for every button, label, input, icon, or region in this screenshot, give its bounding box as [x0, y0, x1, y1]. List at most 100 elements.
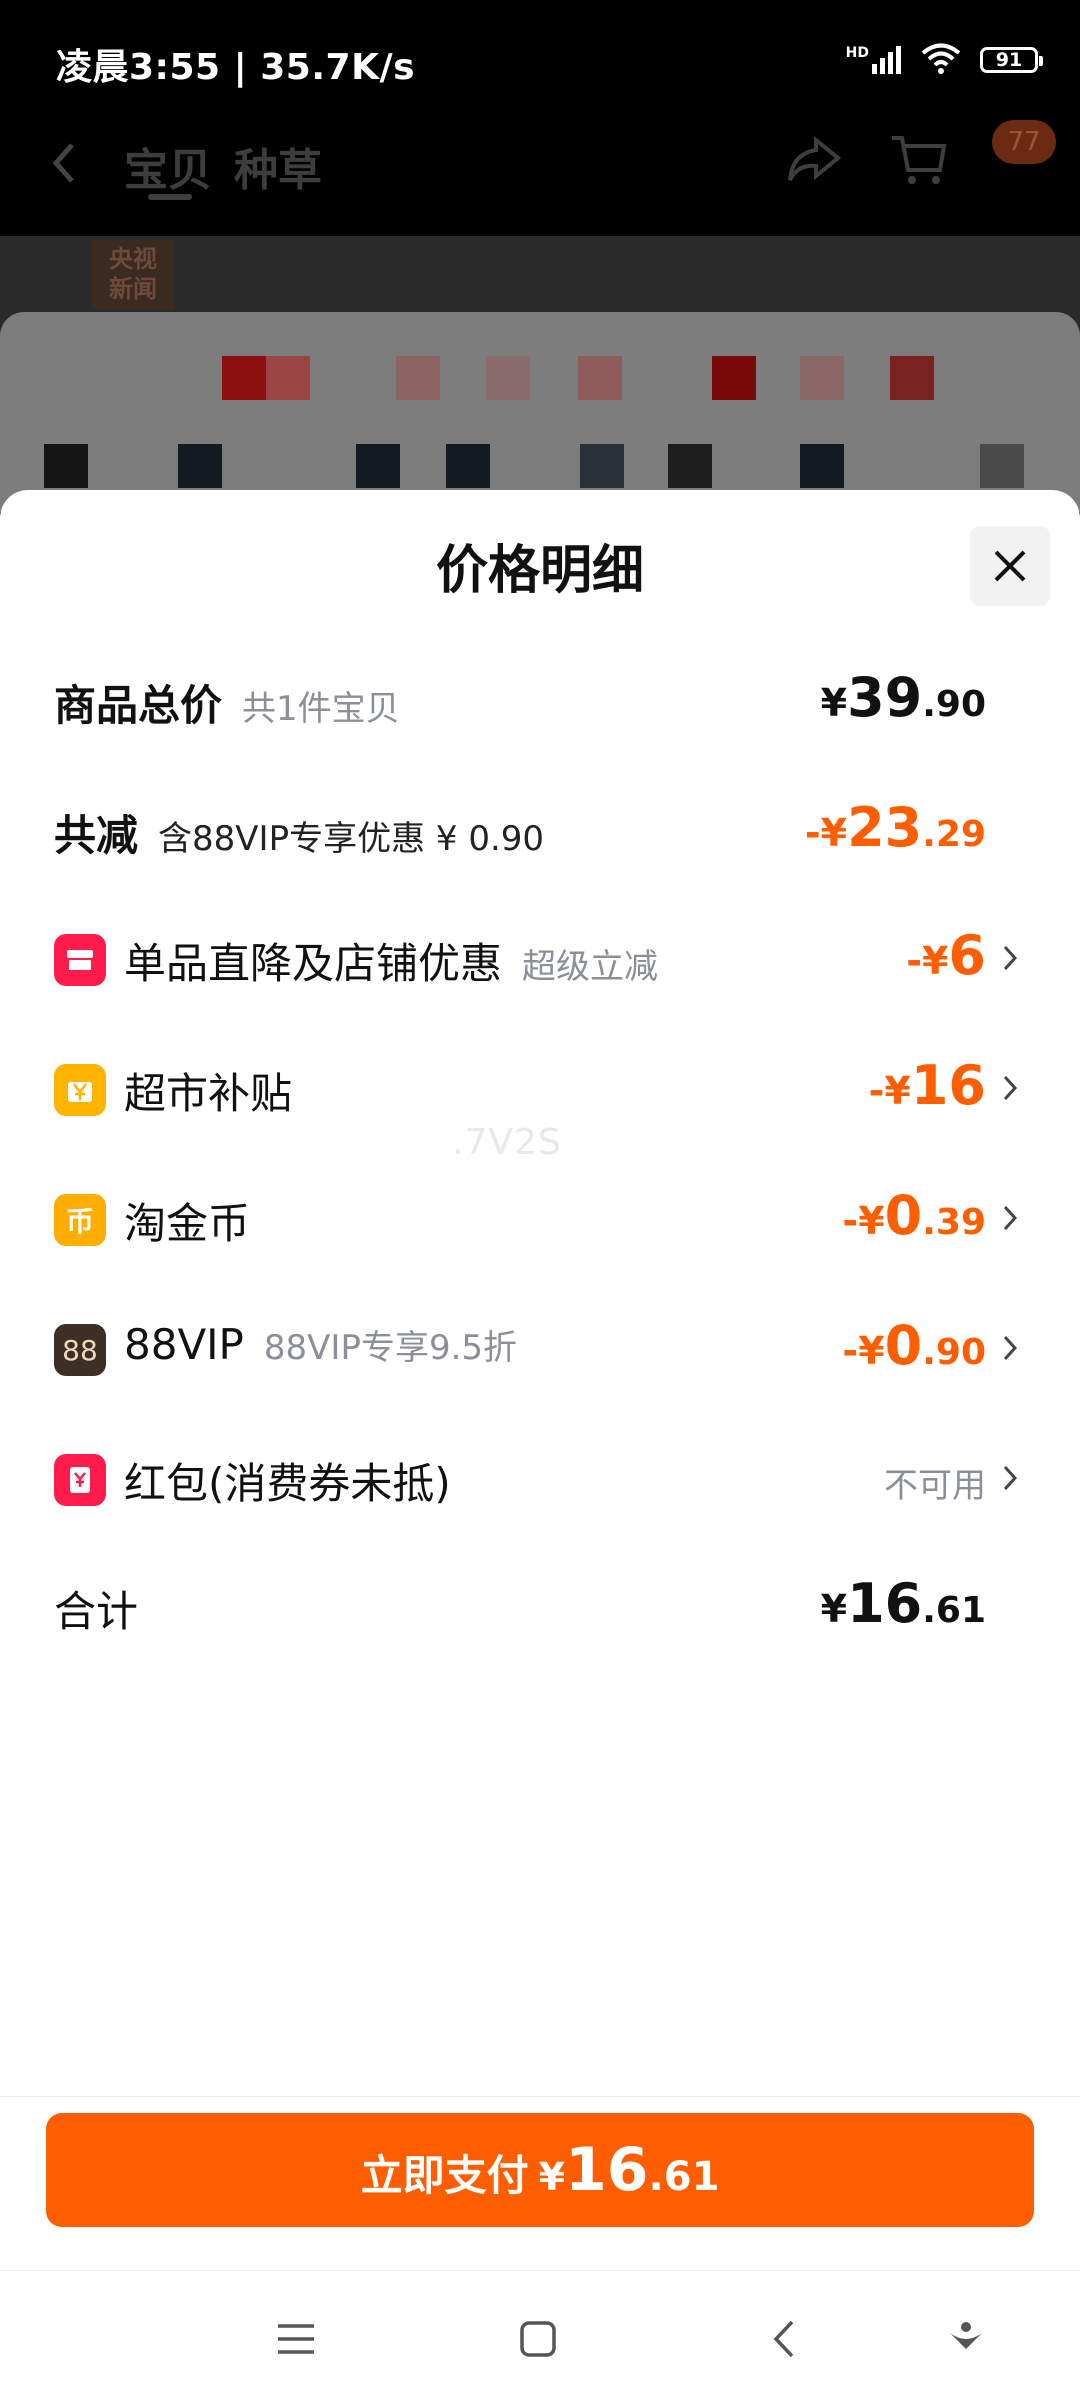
- battery-icon: 91: [980, 47, 1043, 73]
- blur-block: [222, 356, 266, 400]
- row-total-price: 商品总价 共1件宝贝 ¥39.90: [0, 652, 1080, 752]
- vip-icon: 88: [54, 1324, 106, 1376]
- pay-bar: 立即支付 ¥16.61: [0, 2096, 1080, 2267]
- blur-block: [266, 356, 310, 400]
- amount-dec: .90: [922, 684, 986, 725]
- share-icon: [786, 134, 842, 188]
- blur-block: [800, 444, 844, 488]
- row-taojinbi[interactable]: 币 淘金币 -¥0.39: [0, 1170, 1080, 1270]
- item-discount-tag: 超级立减: [522, 947, 659, 987]
- product-info-card: [0, 312, 1080, 512]
- home-icon[interactable]: [508, 2309, 568, 2369]
- blur-block: [800, 356, 844, 400]
- red-packet-label: 红包(消费券未抵): [124, 1459, 451, 1508]
- row-88vip[interactable]: 88 88VIP 88VIP专享9.5折 -¥0.90: [0, 1300, 1080, 1400]
- tab-underline: [148, 194, 192, 200]
- chevron-right-icon: [1002, 1074, 1018, 1106]
- tab-baobei: 宝贝: [124, 145, 212, 196]
- back-icon[interactable]: [754, 2309, 814, 2369]
- wifi-icon: [920, 42, 962, 78]
- assistant-icon[interactable]: [936, 2309, 996, 2369]
- row-item-discount[interactable]: 单品直降及店铺优惠 超级立减 -¥6: [0, 910, 1080, 1010]
- back-icon: [48, 136, 78, 201]
- amount-dec: .39: [922, 1202, 986, 1243]
- amount-int: 6: [948, 924, 986, 987]
- pay-now-button[interactable]: 立即支付 ¥16.61: [46, 2113, 1034, 2227]
- red-packet-status: 不可用: [884, 1466, 986, 1506]
- row-grand-total: 合计 ¥16.61: [0, 1558, 1080, 1658]
- cart-icon: [890, 132, 948, 192]
- currency: ¥: [820, 1587, 848, 1631]
- total-price-label-text: 商品总价: [54, 681, 223, 730]
- chevron-right-icon: [1002, 1464, 1018, 1496]
- supermarket-value: -¥16: [869, 1054, 986, 1117]
- amount-int: 0: [884, 1314, 923, 1377]
- amount-dec: .90: [922, 1332, 986, 1373]
- menu-icon[interactable]: [266, 2309, 326, 2369]
- amount-int: 23: [847, 796, 923, 859]
- amount-int: 16: [910, 1054, 986, 1117]
- chevron-right-icon: [1002, 944, 1018, 976]
- blur-block: [578, 356, 622, 400]
- logo-line-2: 新闻: [109, 275, 157, 303]
- blur-block: [486, 356, 530, 400]
- system-nav-bar: [0, 2270, 1080, 2401]
- currency: -¥: [868, 1069, 911, 1113]
- vip-value: -¥0.90: [842, 1314, 986, 1377]
- amount-dec: .29: [922, 814, 986, 855]
- blur-block: [668, 444, 712, 488]
- close-button[interactable]: [970, 526, 1050, 606]
- blur-block: [980, 444, 1024, 488]
- grand-total-label: 合计: [54, 1587, 139, 1636]
- red-packet-icon: [54, 1454, 106, 1506]
- currency: ¥: [538, 2155, 566, 2199]
- network-label: HD: [845, 45, 869, 61]
- status-icons: HD 91: [846, 40, 1043, 80]
- total-price-value: ¥39.90: [821, 666, 986, 729]
- blur-block: [356, 444, 400, 488]
- row-red-packet[interactable]: 红包(消费券未抵) 不可用: [0, 1430, 1080, 1530]
- amount-int: 39: [847, 666, 923, 729]
- supermarket-icon: [54, 1064, 106, 1116]
- cart-badge: 77: [992, 120, 1056, 164]
- total-discount-label-text: 共减: [54, 811, 139, 860]
- vip-label-text: 88VIP: [124, 1320, 244, 1369]
- currency: ¥: [820, 681, 848, 725]
- status-bar: 凌晨3:55 | 35.7K/s HD 91: [0, 0, 1080, 120]
- vip-discount-note: 含88VIP专享优惠 ¥ 0.90: [158, 819, 545, 859]
- item-discount-value: -¥6: [906, 924, 986, 987]
- total-discount-label: 共减 含88VIP专享优惠 ¥ 0.90: [54, 802, 544, 863]
- amount-int: 16: [847, 1572, 923, 1635]
- product-image-logo: 央视 新闻: [92, 240, 174, 310]
- signal-icon: HD: [846, 46, 902, 74]
- amount-int: 16: [565, 2135, 649, 2205]
- logo-line-1: 央视: [109, 245, 157, 273]
- currency: -¥: [842, 1329, 885, 1373]
- currency: -¥: [842, 1199, 885, 1243]
- blur-block: [446, 444, 490, 488]
- chevron-right-icon: [1002, 1334, 1018, 1366]
- vip-discount-tag: 88VIP专享9.5折: [263, 1328, 518, 1368]
- total-discount-value: -¥23.29: [805, 796, 986, 859]
- blur-block: [712, 356, 756, 400]
- tab-zhongcao: 种草: [234, 145, 322, 196]
- item-discount-label: 单品直降及店铺优惠 超级立减: [124, 930, 658, 991]
- status-time: 凌晨3:55 | 35.7K/s: [56, 47, 416, 88]
- shop-icon: [54, 934, 106, 986]
- amount-dec: .61: [648, 2154, 720, 2200]
- coin-icon: 币: [54, 1194, 106, 1246]
- item-count: 共1件宝贝: [242, 689, 400, 729]
- grand-total-value: ¥16.61: [821, 1572, 986, 1635]
- total-price-label: 商品总价 共1件宝贝: [54, 672, 400, 733]
- row-total-discount: 共减 含88VIP专享优惠 ¥ 0.90 -¥23.29: [0, 782, 1080, 882]
- vip-label: 88VIP 88VIP专享9.5折: [124, 1320, 517, 1369]
- blur-block: [178, 444, 222, 488]
- taojinbi-value: -¥0.39: [842, 1184, 986, 1247]
- background-page: 凌晨3:55 | 35.7K/s HD 91 宝贝 种草 77 央视 新闻: [0, 0, 1080, 512]
- blur-block: [890, 356, 934, 400]
- background-nav: 宝贝 种草 77: [0, 120, 1080, 236]
- amount-dec: .61: [922, 1590, 986, 1631]
- blur-block: [44, 444, 88, 488]
- blur-block: [580, 444, 624, 488]
- watermark: .7V2S: [452, 1122, 562, 1163]
